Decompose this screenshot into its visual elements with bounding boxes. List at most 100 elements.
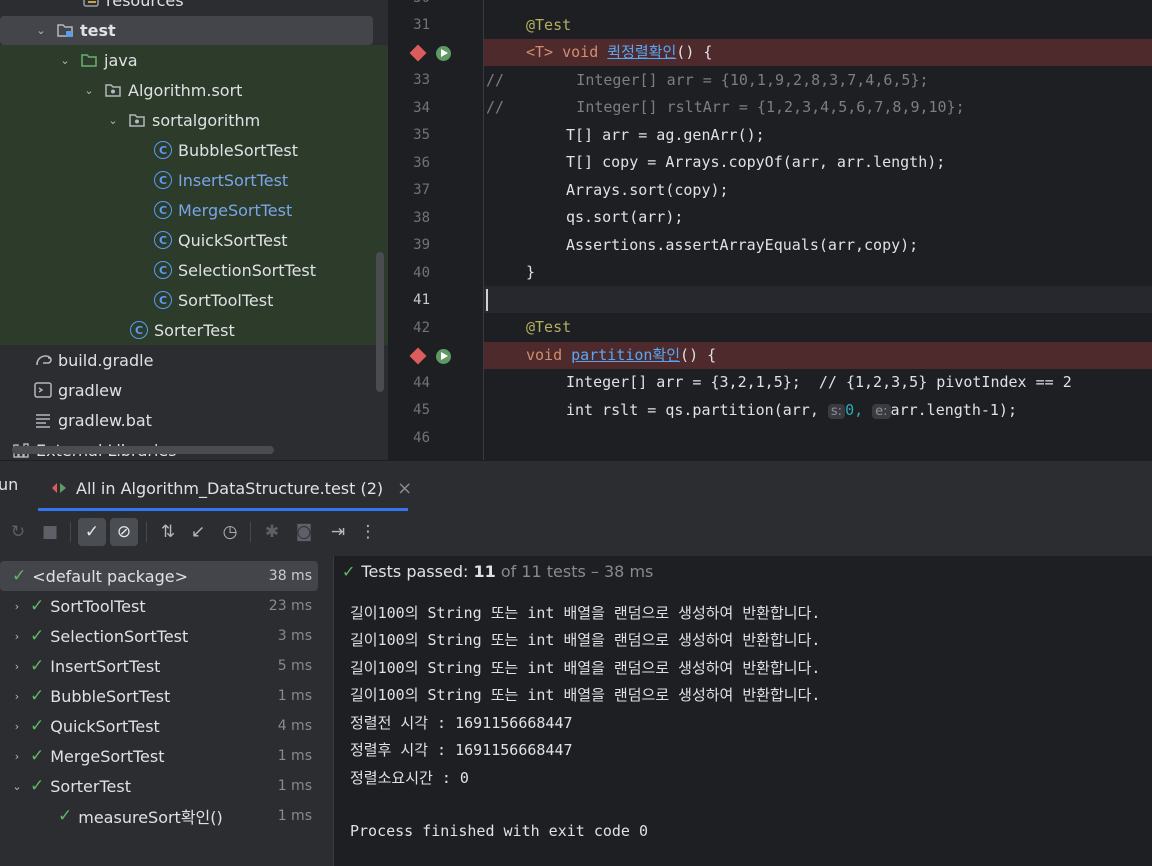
tree-item-algorithm-sort[interactable]: ⌄ Algorithm.sort [0,75,388,105]
line-number: 31 [413,17,430,33]
tree-item-sortalgorithm[interactable]: ⌄ sortalgorithm [0,105,388,135]
class-icon: C [154,141,172,159]
chevron-right-icon[interactable]: › [10,720,24,733]
passed-check-icon: ✓ [30,746,45,766]
run-config-icon [50,480,68,496]
test-node-measuresort[interactable]: ✓ measureSort확인() 1 ms [0,801,318,831]
run-test-icon[interactable] [436,46,451,61]
tree-item-build-gradle[interactable]: build.gradle [0,345,388,375]
indent-guide [483,0,484,460]
tab-run-configuration[interactable]: All in Algorithm_DataStructure.test (2) … [50,470,412,506]
chevron-down-icon[interactable]: ⌄ [58,54,72,67]
tree-item-sortertest[interactable]: C SorterTest [0,315,388,345]
collapse-icon[interactable]: ↙ [184,518,212,546]
chevron-down-icon[interactable]: ⌄ [82,84,96,97]
class-icon: C [154,291,172,309]
class-icon: C [154,261,172,279]
passed-check-icon: ✓ [12,566,27,586]
tab-label: All in Algorithm_DataStructure.test (2) [76,478,384,498]
tree-item-insertsorttest[interactable]: C InsertSortTest [0,165,388,195]
chevron-down-icon[interactable]: ⌄ [106,114,120,127]
class-icon: C [154,171,172,189]
more-options-icon[interactable]: ⋮ [354,518,382,546]
test-folder-icon [56,21,74,39]
tree-item-mergesorttest[interactable]: C MergeSortTest [0,195,388,225]
test-results-tree: ✓ <default package> 38 ms › ✓ SortToolTes… [0,556,333,866]
test-node-sortertest[interactable]: ⌄ ✓ SorterTest 1 ms [0,771,318,801]
sort-icon[interactable]: ⇅ [154,518,182,546]
rerun-icon[interactable]: ↻ [4,518,32,546]
debug-icon[interactable]: ✱ [258,518,286,546]
history-icon[interactable]: ◷ [216,518,244,546]
stop-icon[interactable]: ■ [36,518,64,546]
vertical-scrollbar[interactable] [376,252,384,392]
project-tool-window: resources ⌄ test ⌄ java ⌄ Algorithm.sort… [0,0,388,460]
show-ignored-icon[interactable]: ⊘ [110,518,138,546]
chevron-right-icon[interactable]: › [10,660,24,673]
class-icon: C [130,321,148,339]
tree-item-gradlew[interactable]: gradlew [0,375,388,405]
line-number: 40 [413,265,430,281]
chevron-right-icon[interactable]: › [10,630,24,643]
run-test-icon[interactable] [436,349,451,364]
code-line-44: Integer[] arr = {3,2,1,5}; // {1,2,3,5} … [566,373,1072,391]
console-line: 길이100의 String 또는 int 배열을 랜덤으로 생성하여 반환합니다… [350,686,821,704]
line-number: 37 [413,182,430,198]
tree-item-gradlew-bat[interactable]: gradlew.bat [0,405,388,435]
line-number: 35 [413,127,430,143]
tree-item-resources[interactable]: resources [0,0,388,15]
line-number: 39 [413,237,430,253]
export-icon[interactable]: ⇥ [324,518,352,546]
test-node-sorttooltest[interactable]: › ✓ SortToolTest 23 ms [0,591,318,621]
toolbar-separator [70,522,71,542]
close-icon[interactable]: × [397,478,412,499]
code-line-38: qs.sort(arr); [566,208,684,226]
parameter-hint: s: [827,404,846,419]
chevron-right-icon[interactable]: › [10,750,24,763]
chevron-right-icon[interactable]: › [10,690,24,703]
console-output[interactable]: ✓ Tests passed: 11 of 11 tests – 38 ms 길… [333,556,1152,866]
toolbar-separator [250,522,251,542]
passed-check-icon: ✓ [30,656,45,676]
camera-icon[interactable]: ◙ [290,518,318,546]
chevron-down-icon[interactable]: ⌄ [34,24,48,37]
gradle-icon [34,351,52,369]
tree-item-java[interactable]: ⌄ java [0,45,388,75]
tree-item-bubblesorttest[interactable]: C BubbleSortTest [0,135,388,165]
passed-check-icon: ✓ [30,596,45,616]
chevron-down-icon[interactable]: ⌄ [10,780,24,793]
line-number: 42 [413,320,430,336]
status-prefix: Tests passed: [361,562,469,581]
test-node-selectionsorttest[interactable]: › ✓ SelectionSortTest 3 ms [0,621,318,651]
code-line-31: @Test [526,16,572,34]
console-line: 길이100의 String 또는 int 배열을 랜덤으로 생성하여 반환합니다… [350,604,821,622]
tree-item-sorttooltest[interactable]: C SortToolTest [0,285,388,315]
test-node-insertsorttest[interactable]: › ✓ InsertSortTest 5 ms [0,651,318,681]
line-number: 46 [413,430,430,446]
text-caret [486,289,488,311]
horizontal-scrollbar[interactable] [12,446,274,454]
test-node-mergesorttest[interactable]: › ✓ MergeSortTest 1 ms [0,741,318,771]
code-line-35: T[] arr = ag.genArr(); [566,126,765,144]
show-passed-icon[interactable]: ✓ [78,518,106,546]
toolbar-separator [146,522,147,542]
code-line-43: void partition확인() { [526,346,717,364]
test-node-bubblesorttest[interactable]: › ✓ BubbleSortTest 1 ms [0,681,318,711]
run-tool-window-title: un [0,475,19,494]
test-node-default-package[interactable]: ✓ <default package> 38 ms [0,561,318,591]
code-line-37: Arrays.sort(copy); [566,181,729,199]
tree-item-test[interactable]: ⌄ test [0,15,388,45]
console-line: 정렬전 시각 : 1691156668447 [350,714,573,732]
code-line-42: @Test [526,318,572,336]
chevron-right-icon[interactable]: › [10,600,24,613]
code-line-45: int rslt = qs.partition(arr, s: 0, e: arr.… [566,401,1017,419]
text-file-icon [34,411,52,429]
test-node-quicksorttest[interactable]: › ✓ QuickSortTest 4 ms [0,711,318,741]
tree-item-quicksorttest[interactable]: C QuickSortTest [0,225,388,255]
console-line: 길이100의 String 또는 int 배열을 랜덤으로 생성하여 반환합니다… [350,659,821,677]
passed-check-icon: ✓ [58,806,73,826]
tree-item-selectionsorttest[interactable]: C SelectionSortTest [0,255,388,285]
line-number: 34 [413,100,430,116]
tab-selected-underline [38,508,408,511]
code-editor[interactable]: 30 31 33 34 35 36 37 38 39 40 41 42 44 4… [388,0,1152,460]
